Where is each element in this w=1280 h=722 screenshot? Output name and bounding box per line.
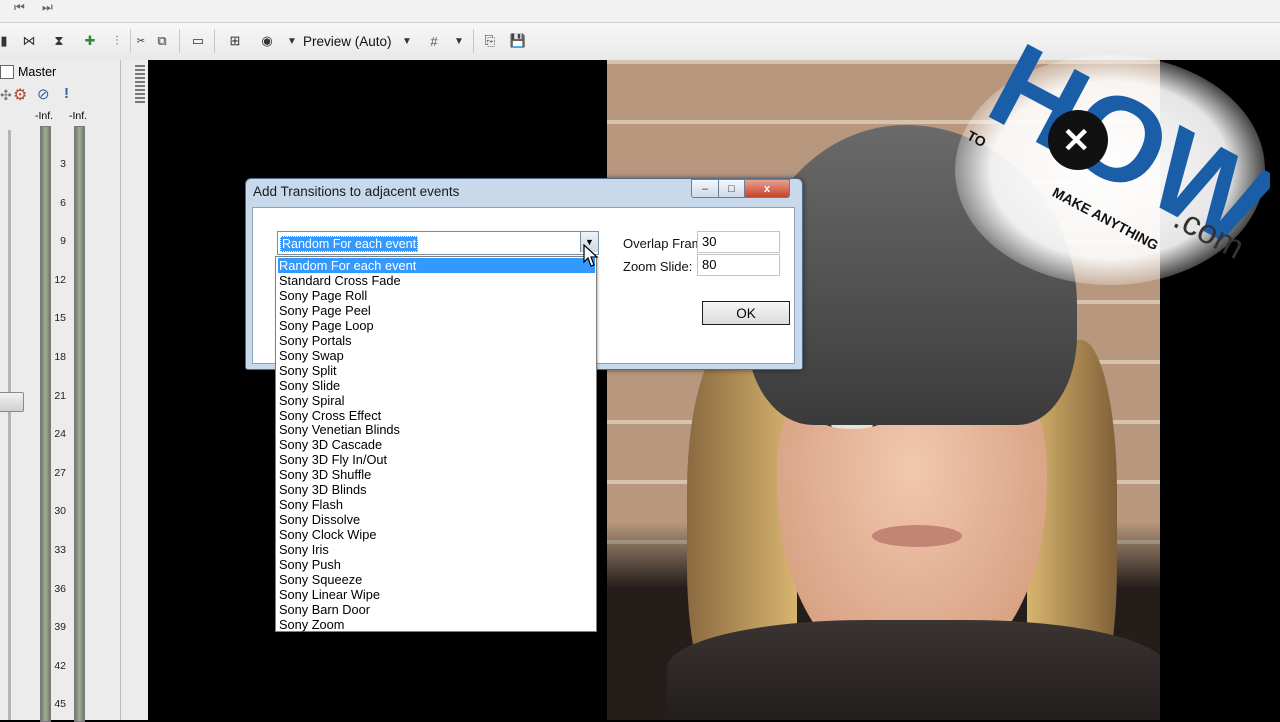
- dropdown-option[interactable]: Sony Venetian Blinds: [278, 422, 595, 437]
- overlap-frames-input[interactable]: 30: [697, 231, 780, 253]
- next-marker-icon[interactable]: ⏭: [42, 0, 53, 15]
- insert-fx-icon[interactable]: ✣: [0, 87, 12, 104]
- dropdown-option[interactable]: Sony Zoom: [278, 617, 595, 632]
- chevron-down-icon[interactable]: ▼: [449, 31, 469, 51]
- transition-selected-value: Random For each event: [280, 236, 419, 252]
- svg-text:✕: ✕: [1062, 122, 1091, 160]
- dropdown-option[interactable]: Sony Swap: [278, 348, 595, 363]
- dropdown-option[interactable]: Sony Portals: [278, 333, 595, 348]
- meter-scale-label: 24: [54, 428, 66, 441]
- save-snapshot-icon[interactable]: 💾: [508, 31, 528, 51]
- meter-scale-label: 21: [54, 389, 66, 402]
- dropdown-option[interactable]: Sony Clock Wipe: [278, 527, 595, 542]
- prev-marker-icon[interactable]: ⏮: [14, 0, 25, 15]
- split-screen-icon[interactable]: ⊞: [225, 31, 245, 51]
- dropdown-option[interactable]: Sony 3D Fly In/Out: [278, 452, 595, 467]
- dropdown-option[interactable]: Sony 3D Shuffle: [278, 467, 595, 482]
- dropdown-option[interactable]: Sony Linear Wipe: [278, 587, 595, 602]
- minimize-button[interactable]: –: [691, 179, 719, 198]
- close-button[interactable]: x: [744, 179, 790, 198]
- dropdown-option[interactable]: Sony Page Roll: [278, 288, 595, 303]
- warning-icon: !: [64, 85, 69, 102]
- dropdown-option[interactable]: Sony 3D Blinds: [278, 482, 595, 497]
- dropdown-option[interactable]: Sony Dissolve: [278, 512, 595, 527]
- fx-settings-icon[interactable]: ⚙: [13, 85, 27, 105]
- master-bus-icon[interactable]: [0, 65, 14, 79]
- meter-scale-label: 3: [60, 158, 66, 170]
- meter-scale-label: 45: [54, 698, 66, 711]
- ok-button[interactable]: OK: [702, 301, 790, 325]
- preview-quality-dropdown[interactable]: Preview (Auto): [303, 34, 392, 49]
- level-meter-right: [74, 126, 85, 722]
- howtomakeanything-logo: HOW TO MAKE ANYTHING .com ✕: [955, 40, 1270, 285]
- meter-scale-label: 18: [54, 351, 66, 363]
- dialog-title: Add Transitions to adjacent events: [253, 184, 460, 199]
- bypass-icon[interactable]: ⊘: [37, 85, 50, 103]
- fader-track: [8, 130, 11, 720]
- dropdown-option[interactable]: Random For each event: [278, 258, 595, 273]
- top-strip: ⏮ ⏭: [0, 0, 1280, 23]
- maximize-button[interactable]: □: [718, 179, 745, 198]
- zoom-slide-label: Zoom Slide:: [623, 259, 693, 274]
- dropdown-option[interactable]: Sony Spiral: [278, 393, 595, 408]
- dropdown-option[interactable]: Sony Page Loop: [278, 318, 595, 333]
- dropdown-option[interactable]: Sony 3D Cascade: [278, 437, 595, 452]
- peak-right: -Inf.: [69, 110, 88, 122]
- auto-ripple-icon[interactable]: ✂: [131, 31, 151, 51]
- meter-scale-label: 15: [54, 312, 66, 325]
- skip-end-icon[interactable]: ⋈: [19, 31, 39, 51]
- chevron-down-icon[interactable]: ▼: [397, 31, 417, 51]
- skip-start-icon[interactable]: ▮: [0, 31, 14, 51]
- zoom-slide-input[interactable]: 80: [697, 254, 780, 276]
- pin-icon[interactable]: ⫶: [107, 31, 127, 51]
- transition-dropdown-list: Random For each event Standard Cross Fade…: [275, 256, 597, 632]
- meter-scale-label: 36: [54, 582, 66, 595]
- dropdown-option[interactable]: Sony Barn Door: [278, 602, 595, 617]
- mouse-cursor-icon: [583, 244, 599, 267]
- copy-snapshot-icon[interactable]: ⎘: [480, 31, 500, 51]
- chevron-down-icon[interactable]: ▼: [282, 31, 302, 51]
- transition-type-select[interactable]: Random For each event ▼: [277, 231, 599, 255]
- dropdown-option[interactable]: Sony Squeeze: [278, 572, 595, 587]
- dropdown-option[interactable]: Sony Push: [278, 557, 595, 572]
- peak-left: -Inf.: [35, 110, 54, 122]
- dropdown-option[interactable]: Sony Flash: [278, 497, 595, 512]
- meter-scale-label: 9: [60, 235, 66, 248]
- dropdown-option[interactable]: Sony Page Peel: [278, 303, 595, 318]
- meter-scale-label: 6: [60, 196, 66, 209]
- grid-icon[interactable]: #: [424, 31, 444, 51]
- mute-icon[interactable]: ✚: [80, 31, 100, 51]
- volume-fader-handle[interactable]: [0, 392, 24, 412]
- master-mixer-panel: Master ✣ ⚙ ⊘ ! -Inf. -Inf. 3 6 9 12 15 18 21 24…: [0, 60, 148, 722]
- meter-scale-label: 39: [54, 621, 66, 634]
- trim-icon[interactable]: ⧗: [49, 31, 69, 51]
- meter-scale-label: 33: [54, 544, 66, 556]
- meter-scale-label: 12: [54, 273, 66, 286]
- dropdown-option[interactable]: Sony Split: [278, 363, 595, 378]
- select-icon[interactable]: ⧉: [152, 31, 172, 51]
- preview-quality-icon[interactable]: ◉: [257, 31, 277, 51]
- meter-scale-label: 27: [54, 466, 66, 479]
- panel-grip[interactable]: [135, 65, 145, 105]
- dropdown-option[interactable]: Sony Slide: [278, 378, 595, 393]
- external-monitor-icon[interactable]: ▭: [188, 31, 208, 51]
- meter-scale-label: 42: [54, 659, 66, 672]
- meter-scale-label: 30: [54, 505, 66, 518]
- dropdown-option[interactable]: Standard Cross Fade: [278, 273, 595, 288]
- dropdown-option[interactable]: Sony Iris: [278, 542, 595, 557]
- master-title: Master: [18, 65, 57, 79]
- dropdown-option[interactable]: Sony Cross Effect: [278, 408, 595, 423]
